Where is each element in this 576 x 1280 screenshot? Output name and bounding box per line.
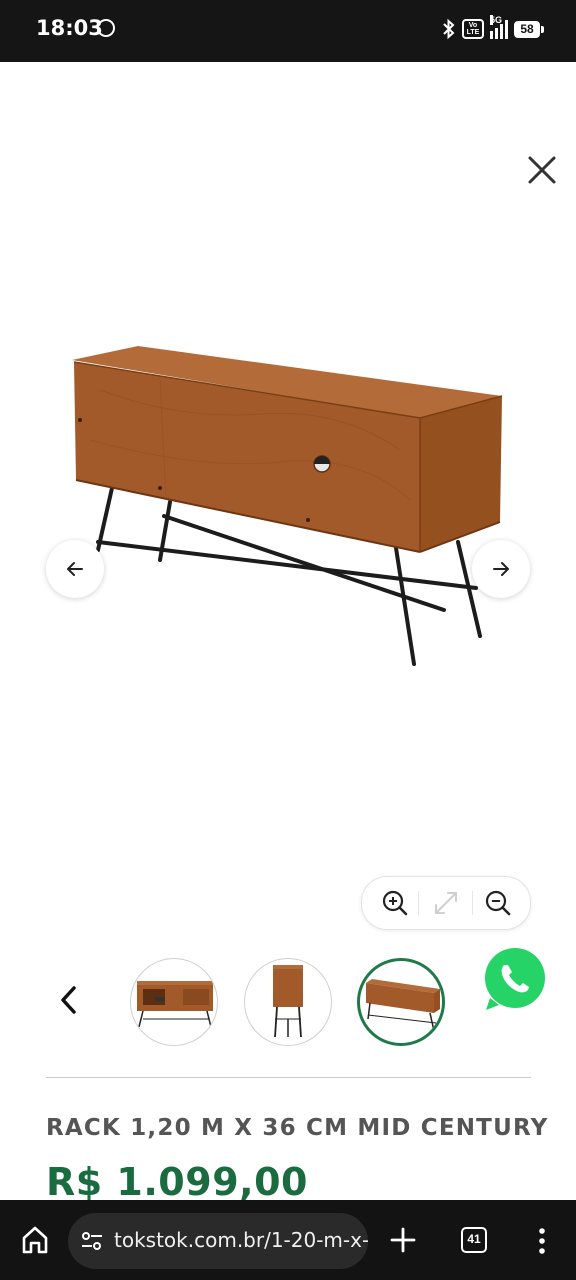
thumbnail-image <box>366 979 440 1032</box>
whatsapp-chat-button[interactable] <box>476 940 554 1020</box>
home-icon[interactable] <box>20 1224 50 1256</box>
bluetooth-icon <box>443 18 455 40</box>
tab-switcher-button[interactable]: 41 <box>461 1227 487 1253</box>
thumbnail-back-view[interactable] <box>357 958 445 1046</box>
browser-toolbar: tokstok.com.br/1-20-m-x-3 41 <box>0 1200 576 1280</box>
signal-icon: 5G <box>490 15 508 39</box>
divider <box>46 1077 531 1078</box>
url-text: tokstok.com.br/1-20-m-x-3 <box>114 1228 368 1252</box>
arrow-left-icon <box>67 562 83 576</box>
product-title: RACK 1,20 M X 36 CM MID CENTURY <box>46 1115 549 1141</box>
product-price: R$ 1.099,00 <box>46 1160 308 1204</box>
divider <box>418 891 419 915</box>
network-type: 5G <box>490 15 503 25</box>
next-image-button[interactable] <box>472 540 530 598</box>
more-vert-icon[interactable] <box>534 1226 550 1256</box>
plus-icon[interactable] <box>389 1226 417 1254</box>
thumbnail-image <box>273 965 303 1038</box>
status-bar: 18:03 Vo LTE 5G 58 <box>0 0 576 62</box>
thumbnails-prev-button[interactable] <box>54 982 84 1018</box>
product-image <box>72 346 503 666</box>
zoom-out-icon[interactable] <box>484 889 512 917</box>
close-icon[interactable] <box>526 154 558 186</box>
whatsapp-icon <box>97 19 115 37</box>
arrow-right-icon <box>493 562 509 576</box>
thumbnail-side-view[interactable] <box>244 958 332 1046</box>
zoom-in-icon[interactable] <box>381 889 409 917</box>
thumbnail-front-view[interactable] <box>130 958 218 1046</box>
volte-badge: Vo LTE <box>462 19 484 39</box>
battery-icon: 58 <box>514 20 544 38</box>
previous-image-button[interactable] <box>46 540 104 598</box>
divider <box>472 891 473 915</box>
status-icons: Vo LTE 5G 58 <box>442 15 544 41</box>
address-bar[interactable]: tokstok.com.br/1-20-m-x-3 <box>68 1213 368 1269</box>
status-time: 18:03 <box>36 16 103 40</box>
expand-icon[interactable] <box>432 889 460 917</box>
tune-icon[interactable] <box>80 1230 104 1252</box>
thumbnail-image <box>137 981 213 1028</box>
zoom-controls <box>361 876 531 930</box>
